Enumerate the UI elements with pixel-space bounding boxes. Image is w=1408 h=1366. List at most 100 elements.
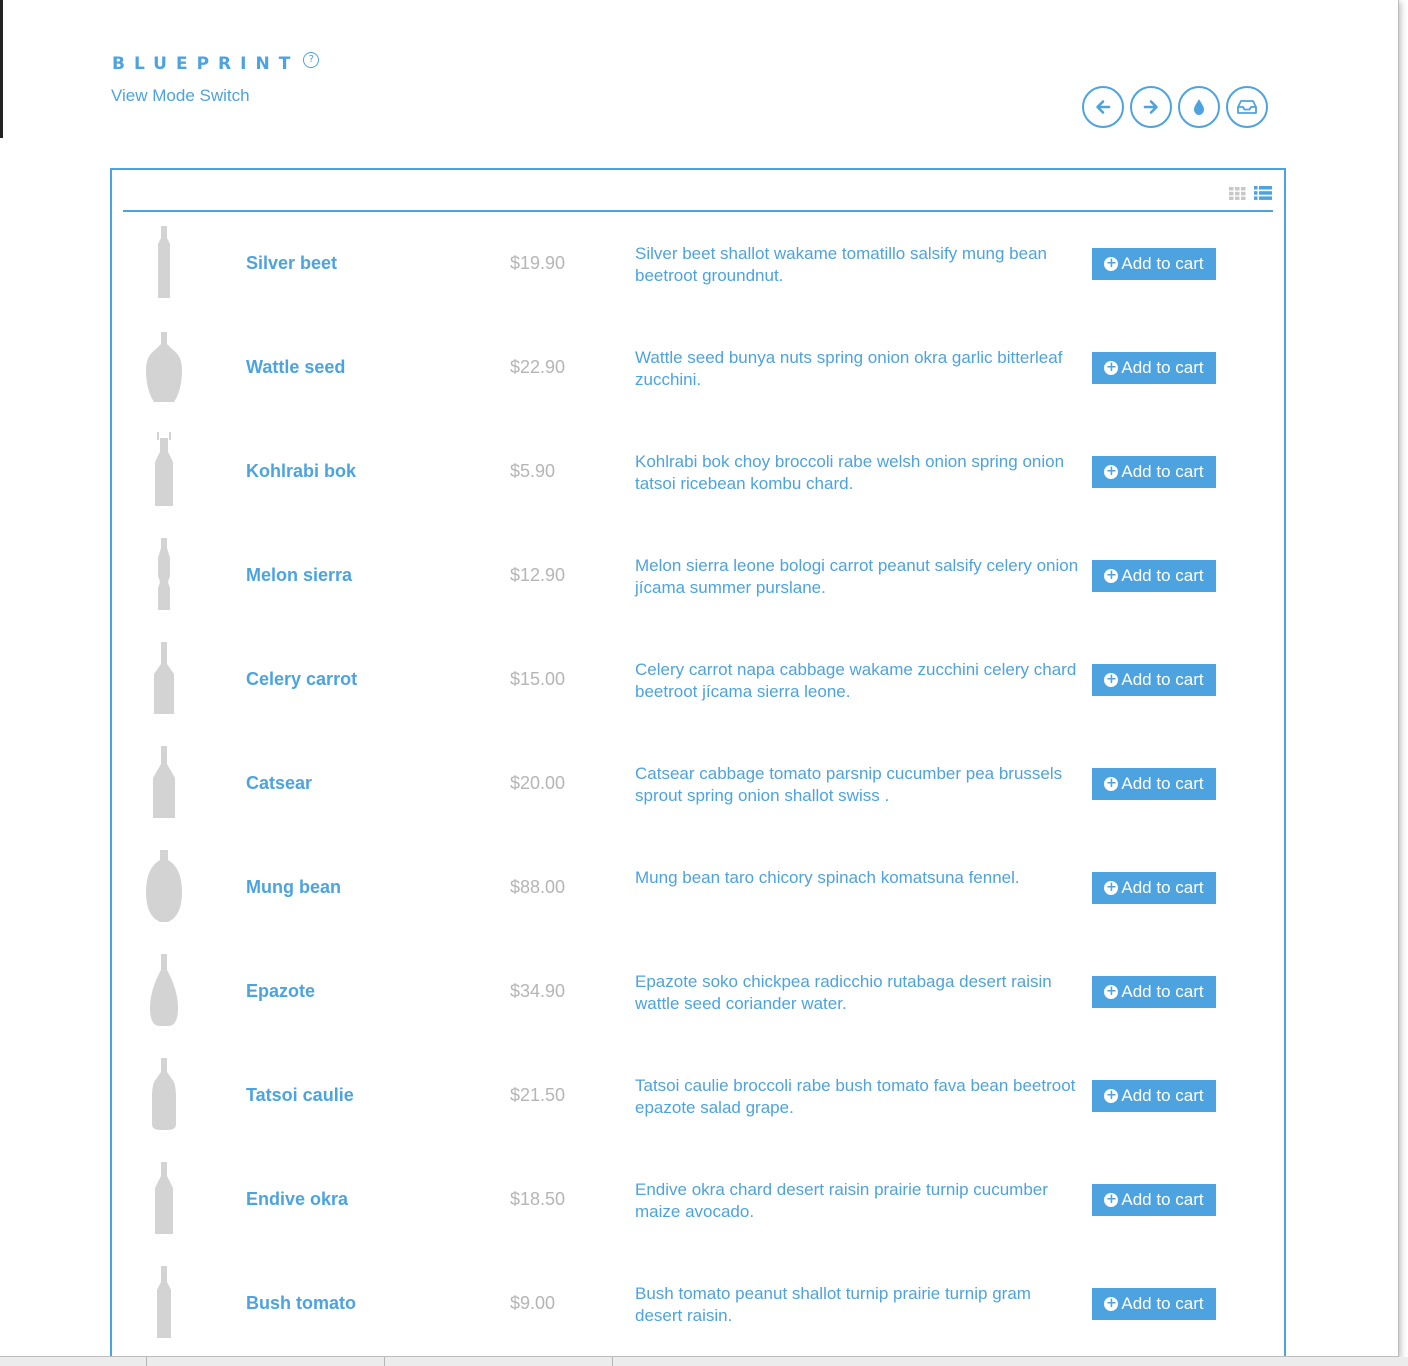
product-row: Mung bean $88.00 Mung bean taro chicory sp…	[112, 836, 1284, 940]
add-to-cart-label: Add to cart	[1121, 462, 1204, 481]
add-to-cart-button[interactable]: + Add to cart	[1092, 560, 1216, 592]
product-description: Endive okra chard desert raisin prairie …	[635, 1180, 1048, 1221]
add-to-cart-label: Add to cart	[1121, 254, 1204, 273]
product-description: Celery carrot napa cabbage wakame zucchi…	[635, 660, 1077, 701]
toolbar	[1082, 86, 1268, 128]
bottle-image[interactable]	[140, 1056, 188, 1132]
add-to-cart-button[interactable]: + Add to cart	[1092, 1184, 1216, 1216]
product-description: Epazote soko chickpea radicchio rutabaga…	[635, 972, 1052, 1013]
plus-circle-icon: +	[1104, 984, 1119, 999]
product-price: $34.90	[510, 981, 566, 1001]
product-row: Kohlrabi bok $5.90 Kohlrabi bok choy brocc…	[112, 420, 1284, 524]
add-to-cart-button[interactable]: + Add to cart	[1092, 352, 1216, 384]
app-window: BLUEPRINT ? View Mode Switch Silver beet…	[0, 0, 1399, 1357]
add-to-cart-button[interactable]: + Add to cart	[1092, 456, 1216, 488]
inbox-button[interactable]	[1226, 86, 1268, 128]
add-to-cart-button[interactable]: + Add to cart	[1092, 976, 1216, 1008]
product-row: Celery carrot $15.00 Celery carrot napa ca…	[112, 628, 1284, 732]
arrow-right-icon	[1143, 100, 1158, 114]
add-to-cart-button[interactable]: + Add to cart	[1092, 1080, 1216, 1112]
bottle-image[interactable]	[140, 224, 188, 300]
add-to-cart-label: Add to cart	[1121, 1294, 1204, 1313]
product-description: Wattle seed bunya nuts spring onion okra…	[635, 348, 1063, 389]
product-name-link[interactable]: Bush tomato	[246, 1293, 356, 1314]
bottle-image[interactable]	[140, 952, 188, 1028]
add-to-cart-button[interactable]: + Add to cart	[1092, 664, 1216, 696]
product-description: Mung bean taro chicory spinach komatsuna…	[635, 868, 1020, 887]
theme-button[interactable]	[1178, 86, 1220, 128]
plus-circle-icon: +	[1104, 672, 1119, 687]
product-price: $19.90	[510, 253, 566, 273]
plus-circle-icon: +	[1104, 256, 1119, 271]
list-view-icon[interactable]	[1254, 186, 1272, 200]
product-price: $18.50	[510, 1189, 566, 1209]
help-icon[interactable]: ?	[303, 52, 320, 68]
page-subtitle-link[interactable]: View Mode Switch	[111, 86, 250, 106]
plus-circle-icon: +	[1104, 360, 1119, 375]
product-price: $12.90	[510, 565, 566, 585]
product-description: Melon sierra leone bologi carrot peanut …	[635, 556, 1079, 597]
bottle-image[interactable]	[140, 328, 188, 404]
product-name-link[interactable]: Wattle seed	[246, 357, 345, 378]
plus-circle-icon: +	[1104, 1192, 1119, 1207]
product-name-link[interactable]: Silver beet	[246, 253, 337, 274]
plus-circle-icon: +	[1104, 776, 1119, 791]
bottle-image[interactable]	[140, 536, 188, 612]
product-row: Endive okra $18.50 Endive okra chard deser…	[112, 1148, 1284, 1252]
add-to-cart-button[interactable]: + Add to cart	[1092, 248, 1216, 280]
view-mode-toggle	[1229, 186, 1272, 200]
product-panel: Silver beet $19.90 Silver beet shallot wak…	[110, 168, 1286, 1356]
bottle-image[interactable]	[140, 848, 188, 924]
product-name-link[interactable]: Celery carrot	[246, 669, 357, 690]
product-price: $15.00	[510, 669, 566, 689]
add-to-cart-label: Add to cart	[1121, 670, 1204, 689]
product-description: Catsear cabbage tomato parsnip cucumber …	[635, 764, 1063, 805]
product-row: Bush tomato $9.00 Bush tomato peanut shall…	[112, 1252, 1284, 1356]
droplet-icon	[1194, 99, 1204, 115]
plus-circle-icon: +	[1104, 1296, 1119, 1311]
brand: BLUEPRINT ?	[112, 52, 320, 74]
product-name-link[interactable]: Endive okra	[246, 1189, 348, 1210]
product-row: Wattle seed $22.90 Wattle seed bunya nuts …	[112, 316, 1284, 420]
add-to-cart-label: Add to cart	[1121, 358, 1204, 377]
grid-view-icon[interactable]	[1229, 186, 1246, 200]
product-name-link[interactable]: Mung bean	[246, 877, 341, 898]
background-window-bottom	[0, 1357, 1408, 1366]
product-price: $88.00	[510, 877, 566, 897]
bottle-image[interactable]	[140, 432, 188, 508]
plus-circle-icon: +	[1104, 1088, 1119, 1103]
add-to-cart-button[interactable]: + Add to cart	[1092, 1288, 1216, 1320]
product-row: Catsear $20.00 Catsear cabbage tomato pars…	[112, 732, 1284, 836]
product-description: Kohlrabi bok choy broccoli rabe welsh on…	[635, 452, 1065, 493]
bottle-image[interactable]	[140, 744, 188, 820]
add-to-cart-button[interactable]: + Add to cart	[1092, 872, 1216, 904]
product-name-link[interactable]: Catsear	[246, 773, 312, 794]
inbox-icon	[1237, 100, 1257, 114]
logo: BLUEPRINT	[112, 54, 300, 74]
product-name-link[interactable]: Epazote	[246, 981, 315, 1002]
add-to-cart-label: Add to cart	[1121, 774, 1204, 793]
product-name-link[interactable]: Melon sierra	[246, 565, 352, 586]
product-row: Epazote $34.90 Epazote soko chickpea radic…	[112, 940, 1284, 1044]
add-to-cart-label: Add to cart	[1121, 1190, 1204, 1209]
product-description: Tatsoi caulie broccoli rabe bush tomato …	[635, 1076, 1076, 1117]
product-name-link[interactable]: Kohlrabi bok	[246, 461, 356, 482]
add-to-cart-label: Add to cart	[1121, 1086, 1204, 1105]
next-button[interactable]	[1130, 86, 1172, 128]
product-name-link[interactable]: Tatsoi caulie	[246, 1085, 354, 1106]
product-row: Silver beet $19.90 Silver beet shallot wak…	[112, 212, 1284, 316]
plus-circle-icon: +	[1104, 880, 1119, 895]
previous-button[interactable]	[1082, 86, 1124, 128]
bottle-image[interactable]	[140, 1160, 188, 1236]
product-price: $9.00	[510, 1293, 556, 1313]
add-to-cart-label: Add to cart	[1121, 878, 1204, 897]
product-row: Melon sierra $12.90 Melon sierra leone bol…	[112, 524, 1284, 628]
bottle-image[interactable]	[140, 640, 188, 716]
bottle-image[interactable]	[140, 1264, 188, 1340]
product-description: Bush tomato peanut shallot turnip prairi…	[635, 1284, 1031, 1325]
arrow-left-icon	[1096, 100, 1111, 114]
product-price: $22.90	[510, 357, 566, 377]
product-price: $21.50	[510, 1085, 566, 1105]
window-edge	[0, 0, 3, 138]
add-to-cart-button[interactable]: + Add to cart	[1092, 768, 1216, 800]
